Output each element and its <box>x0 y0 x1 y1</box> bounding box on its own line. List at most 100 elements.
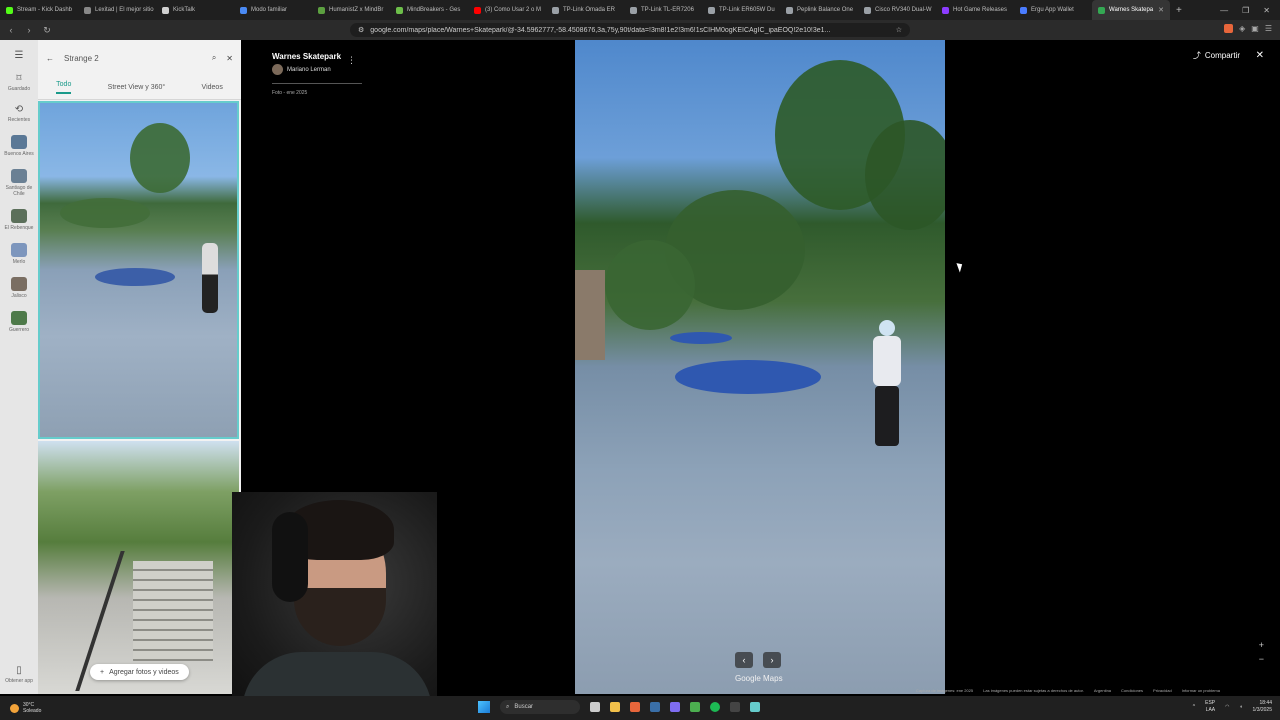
taskbar-search[interactable]: ⌕ Buscar <box>500 700 580 714</box>
menu-icon[interactable]: ☰ <box>1265 24 1272 33</box>
avatar <box>272 64 283 75</box>
close-icon[interactable]: ✕ <box>226 54 233 63</box>
browser-tab[interactable]: Stream - Kick Dashb <box>0 0 78 20</box>
rail-item[interactable]: ⟲ Recientes <box>2 104 36 123</box>
get-app-button[interactable]: ▯ Obtener app <box>2 665 36 684</box>
photo-tree-shape <box>130 123 190 193</box>
tab-favicon-icon <box>552 6 559 14</box>
rail-item[interactable]: Merlo <box>2 243 36 265</box>
browser-tab[interactable]: (3) Como Usar 2 o M <box>468 0 546 20</box>
reload-icon[interactable]: ↻ <box>40 25 54 36</box>
tab-street-view[interactable]: Street View y 360° <box>108 84 166 91</box>
new-tab-button[interactable]: + <box>1170 5 1188 16</box>
browser-tab[interactable]: Warnes Skatepa ✕ <box>1092 0 1170 20</box>
maps-app-icon[interactable] <box>750 702 760 712</box>
panel-search-row: ← Strange 2 ⌕ ✕ <box>38 40 241 76</box>
rail-item[interactable]: Jalisco <box>2 277 36 299</box>
tab-todo[interactable]: Todo <box>56 81 72 94</box>
wifi-icon[interactable]: ◠ <box>1225 704 1229 710</box>
tab-title: Cisco RV340 Dual-W <box>875 7 932 13</box>
back-icon[interactable]: ‹ <box>4 25 18 35</box>
hamburger-menu-icon[interactable]: ☰ <box>15 50 24 61</box>
close-window-icon[interactable]: ✕ <box>1263 6 1270 15</box>
browser-tab[interactable]: KickTalk <box>156 0 234 20</box>
photo-pool-shape <box>675 360 821 394</box>
photo-thumbnail-selected[interactable] <box>38 101 239 439</box>
rail-item[interactable]: Guerrero <box>2 311 36 333</box>
history-icon: ⟲ <box>14 104 24 115</box>
tab-title: Lexitad | El mejor sitio <box>95 7 154 13</box>
bookmark-star-icon[interactable]: ☆ <box>896 26 902 34</box>
phone-icon: ▯ <box>16 665 22 676</box>
browser-tab[interactable]: Modo familiar <box>234 0 312 20</box>
clock[interactable]: 18:44 1/3/2025 <box>1253 700 1272 714</box>
main-photo[interactable] <box>575 40 945 694</box>
close-viewer-icon[interactable]: ✕ <box>1256 50 1264 61</box>
task-view-icon[interactable] <box>590 702 600 712</box>
weather-widget[interactable]: 30°C Soleado <box>0 702 41 714</box>
footer-link[interactable]: Privacidad <box>1153 688 1172 693</box>
windows-start-icon[interactable] <box>478 701 490 713</box>
spotify-icon[interactable] <box>710 702 720 712</box>
browser-tab[interactable]: TP-Link ER605W Du <box>702 0 780 20</box>
tab-title: Warnes Skatepa <box>1109 7 1154 13</box>
extension-icon[interactable]: ◈ <box>1239 24 1245 33</box>
prev-photo-icon[interactable]: ‹ <box>735 652 753 668</box>
footer-link[interactable]: Condiciones <box>1121 688 1143 693</box>
restore-icon[interactable]: ❐ <box>1242 6 1249 15</box>
address-bar[interactable]: ⚙ google.com/maps/place/Warnes+Skatepark… <box>350 23 910 37</box>
share-button[interactable]: ⤴ Compartir <box>1193 50 1240 61</box>
webcam-beard-shape <box>294 588 386 646</box>
browser-tab[interactable]: Lexitad | El mejor sitio <box>78 0 156 20</box>
more-options-icon[interactable]: ⋮ <box>347 55 356 66</box>
rail-item-label: Santiago de Chile <box>5 185 33 197</box>
tab-videos[interactable]: Videos <box>202 84 223 91</box>
rail-item[interactable]: El Rebenque <box>2 209 36 231</box>
minimize-icon[interactable]: — <box>1220 6 1228 15</box>
rail-item[interactable]: Santiago de Chile <box>2 169 36 197</box>
photo-thumbnail[interactable] <box>38 441 239 694</box>
browser-tab[interactable]: Peplink Balance One <box>780 0 858 20</box>
browser-tab[interactable]: HumanistZ x MindBr <box>312 0 390 20</box>
menu-item[interactable]: ☰ <box>15 50 24 61</box>
photo-skater-shape <box>867 320 907 450</box>
tab-favicon-icon <box>786 6 793 14</box>
sidebar-icon[interactable]: ▣ <box>1251 24 1259 33</box>
zoom-in-icon[interactable]: + <box>1259 640 1264 650</box>
terminal-icon[interactable] <box>730 702 740 712</box>
tab-favicon-icon <box>1020 6 1027 14</box>
next-photo-icon[interactable]: › <box>763 652 781 668</box>
rail-item[interactable]: Buenos Aires <box>2 135 36 157</box>
photo-tree-shape <box>605 240 695 330</box>
browser-tab[interactable]: Ergu App Wallet <box>1014 0 1092 20</box>
google-maps-logo: Google Maps <box>735 674 783 683</box>
footer-link[interactable]: Informar un problema <box>1182 688 1220 693</box>
browser-tab[interactable]: TP-Link Omada ER <box>546 0 624 20</box>
zoom-out-icon[interactable]: − <box>1259 654 1264 664</box>
steam-icon[interactable] <box>650 702 660 712</box>
tray-chevron-icon[interactable]: ^ <box>1193 704 1195 710</box>
discord-icon[interactable] <box>670 702 680 712</box>
search-query[interactable]: Strange 2 <box>64 54 202 63</box>
footer-link[interactable]: Argentina <box>1094 688 1111 693</box>
chrome-icon[interactable] <box>690 702 700 712</box>
add-photos-button[interactable]: + Agregar fotos y videos <box>90 664 189 680</box>
tab-title: Ergu App Wallet <box>1031 7 1074 13</box>
browser-tab[interactable]: Hot Game Releases <box>936 0 1014 20</box>
browser-tab[interactable]: Cisco RV340 Dual-W <box>858 0 936 20</box>
file-explorer-icon[interactable] <box>610 702 620 712</box>
rail-item[interactable]: ⌑ Guardado <box>2 73 36 92</box>
site-info-icon[interactable]: ⚙ <box>358 26 364 34</box>
brave-browser-icon[interactable] <box>630 702 640 712</box>
volume-icon[interactable]: ◖ <box>1240 704 1243 710</box>
language-indicator[interactable]: ESP LAA <box>1205 700 1215 714</box>
browser-tab[interactable]: MindBreakers - Ges <box>390 0 468 20</box>
forward-icon[interactable]: › <box>22 25 36 35</box>
rail-item-label: Recientes <box>7 117 31 123</box>
tab-title: TP-Link TL-ER7206 <box>641 7 694 13</box>
close-tab-icon[interactable]: ✕ <box>1158 6 1164 14</box>
browser-tab[interactable]: TP-Link TL-ER7206 <box>624 0 702 20</box>
brave-shield-icon[interactable] <box>1224 24 1234 33</box>
back-arrow-icon[interactable]: ← <box>46 54 54 63</box>
search-icon[interactable]: ⌕ <box>212 53 216 63</box>
